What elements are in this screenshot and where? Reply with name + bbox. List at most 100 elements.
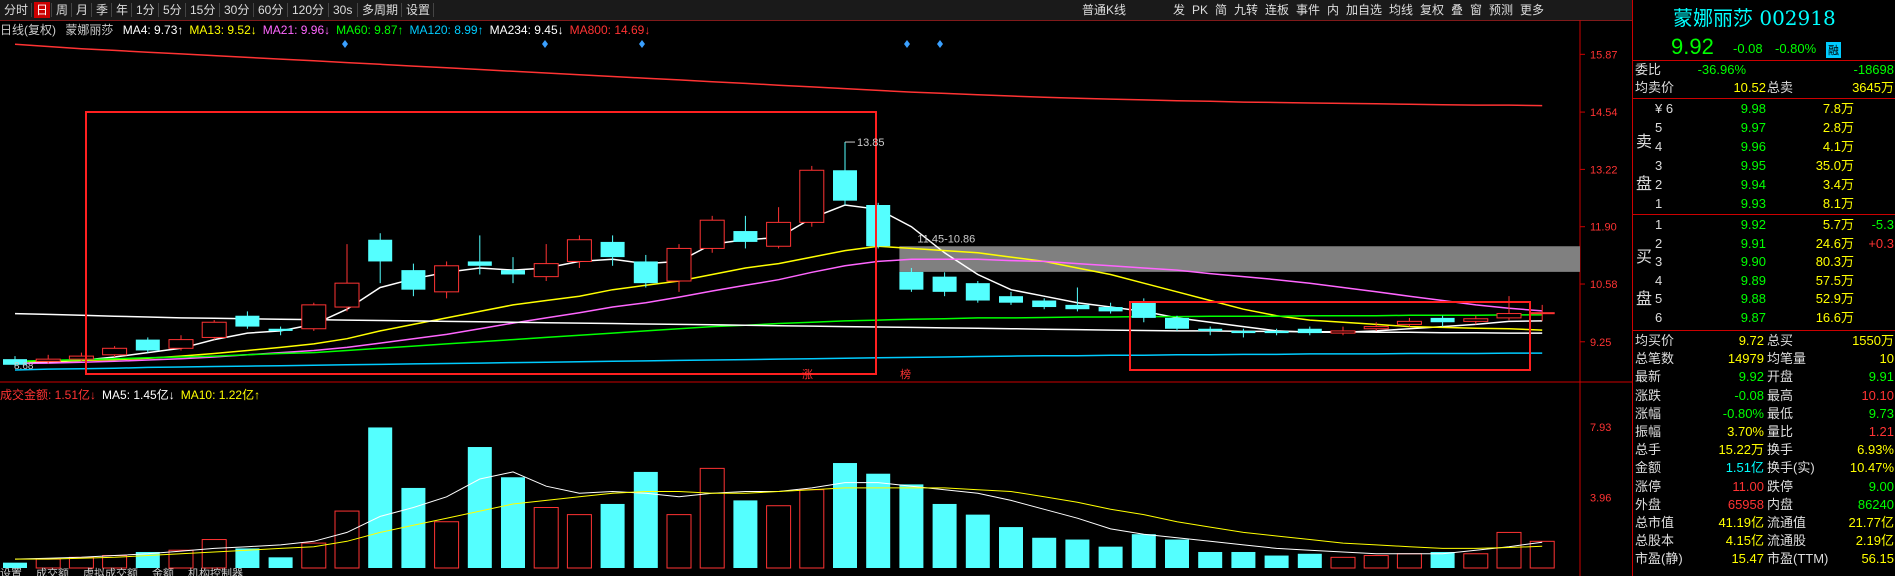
indicator-tab[interactable]: 机构控制器 bbox=[188, 568, 243, 576]
period-tab[interactable]: 多周期 bbox=[360, 2, 400, 18]
volume-bar bbox=[1463, 553, 1489, 569]
indicator-tab[interactable]: 设置 bbox=[0, 568, 22, 576]
stat-value: 2.19亿 bbox=[1855, 533, 1894, 549]
buy-volume: 57.5万 bbox=[1815, 272, 1854, 288]
margin-badge: 融 bbox=[1826, 42, 1841, 58]
period-tab[interactable]: 设置 bbox=[404, 2, 432, 18]
indicator-tab[interactable]: 金额 bbox=[152, 568, 174, 576]
candle-body bbox=[135, 339, 160, 351]
event-diamond-icon bbox=[904, 40, 910, 48]
candle-body bbox=[533, 263, 559, 278]
toolbar-action[interactable]: 预测 bbox=[1487, 2, 1515, 18]
candle-body bbox=[566, 239, 592, 262]
candle-body bbox=[600, 241, 625, 258]
sell-row: 5 9.97 2.8万 bbox=[1633, 119, 1895, 137]
candle-body bbox=[301, 304, 327, 330]
candle-body bbox=[434, 265, 460, 293]
stat-row: 涨停 11.00 跌停 9.00 bbox=[1633, 478, 1895, 496]
stat-label: 换手 bbox=[1767, 442, 1794, 458]
toolbar-action[interactable]: 事件 bbox=[1294, 2, 1322, 18]
sell-row: 2 9.94 3.4万 bbox=[1633, 176, 1895, 194]
sell-level: 5 bbox=[1655, 120, 1663, 135]
candle-body bbox=[833, 170, 857, 201]
stat-value: 9.00 bbox=[1868, 478, 1894, 494]
stat-row: 总手 15.22万 换手 6.93% bbox=[1633, 441, 1895, 459]
period-tab[interactable]: 30分 bbox=[222, 2, 251, 18]
volume-bar bbox=[932, 503, 957, 568]
toolbar-action[interactable]: 普通K线 bbox=[1080, 2, 1128, 18]
period-tab[interactable]: 30s bbox=[331, 2, 354, 18]
stat-row: 市盈(静) 15.47 市盈(TTM) 56.15 bbox=[1633, 550, 1895, 568]
price-change-pct: -0.80% bbox=[1775, 41, 1817, 56]
buy-price: 9.91 bbox=[1740, 235, 1766, 251]
volume-bar bbox=[1430, 551, 1455, 568]
period-tab[interactable]: 5分 bbox=[161, 2, 184, 18]
period-tab[interactable]: 120分 bbox=[290, 2, 326, 18]
toolbar-action[interactable]: 简 bbox=[1213, 2, 1229, 18]
volume-bar bbox=[533, 507, 559, 569]
period-tab[interactable]: 15分 bbox=[188, 2, 217, 18]
period-tab[interactable]: 月 bbox=[74, 2, 90, 18]
volume-ma-value: MA5: 1.45亿↓ bbox=[102, 388, 175, 402]
volume-bar bbox=[999, 527, 1023, 568]
toolbar-action[interactable]: 窗 bbox=[1468, 2, 1484, 18]
buy-level: 5 bbox=[1655, 291, 1663, 306]
kline-chart[interactable]: 15.87 14.54 13.22 11.90 10.58 9.25 7.93 3.96 13.… bbox=[0, 20, 1632, 576]
toolbar-action[interactable]: 连板 bbox=[1263, 2, 1291, 18]
buy-volume: 52.9万 bbox=[1815, 291, 1854, 306]
volume-bar bbox=[766, 505, 792, 569]
stat-label: 流通股 bbox=[1767, 533, 1807, 549]
volume-bar bbox=[833, 463, 857, 568]
candle-body bbox=[965, 283, 990, 301]
toolbar-action[interactable]: 九转 bbox=[1232, 2, 1260, 18]
volume-bar bbox=[1264, 555, 1289, 568]
gap-label: 11.45-10.86 bbox=[917, 233, 975, 245]
candle-body bbox=[501, 270, 525, 275]
period-tab[interactable]: 年 bbox=[114, 2, 130, 18]
toolbar-action[interactable]: 复权 bbox=[1418, 2, 1446, 18]
price-change: -0.08 bbox=[1733, 41, 1763, 56]
volume-bar bbox=[1198, 551, 1223, 568]
stat-label: 市盈(静) bbox=[1635, 551, 1683, 567]
stat-label: 总市值 bbox=[1635, 515, 1675, 530]
volume-bar bbox=[1098, 546, 1123, 568]
toolbar-action[interactable]: 内 bbox=[1325, 2, 1341, 18]
volume-bar bbox=[733, 500, 758, 568]
sell-price: 9.94 bbox=[1740, 177, 1766, 192]
total-sell-value: 3645万 bbox=[1852, 80, 1894, 95]
volume-bar bbox=[1131, 534, 1156, 568]
sell-row: 3 9.95 35.0万 bbox=[1633, 157, 1895, 175]
period-tab[interactable]: 分时 bbox=[2, 2, 30, 18]
weibi-label: 委比 bbox=[1635, 62, 1662, 77]
sell-level: 2 bbox=[1655, 177, 1663, 192]
candle-body bbox=[1098, 307, 1123, 312]
candle-body bbox=[1065, 304, 1090, 310]
candle-body bbox=[68, 355, 94, 360]
period-tab[interactable]: 60分 bbox=[256, 2, 285, 18]
toolbar-action[interactable]: PK bbox=[1190, 2, 1210, 18]
period-tab[interactable]: 1分 bbox=[134, 2, 157, 18]
stat-label: 外盘 bbox=[1635, 496, 1662, 512]
price-axis-label: 13.22 bbox=[1590, 164, 1618, 176]
toolbar-action[interactable]: 叠 bbox=[1449, 2, 1465, 18]
stat-value: 9.72 bbox=[1738, 333, 1764, 348]
stat-label: 总买 bbox=[1767, 333, 1794, 348]
stat-label: 量比 bbox=[1767, 424, 1794, 439]
stat-value: 10.47% bbox=[1849, 460, 1894, 476]
candle-body bbox=[368, 239, 393, 262]
toolbar-action[interactable]: 更多 bbox=[1518, 2, 1546, 18]
indicator-tab[interactable]: 成交额 bbox=[36, 568, 69, 576]
toolbar-action[interactable]: 均线 bbox=[1387, 2, 1415, 18]
low-label: 8.68 bbox=[14, 361, 34, 372]
period-tab[interactable]: 季 bbox=[94, 2, 110, 18]
period-tab[interactable]: 日 bbox=[34, 2, 51, 18]
period-tab[interactable]: 周 bbox=[54, 2, 70, 18]
toolbar-action[interactable]: 发 bbox=[1171, 2, 1187, 18]
stat-value: 21.77亿 bbox=[1848, 515, 1894, 530]
volume-bar bbox=[1396, 553, 1422, 569]
indicator-tab[interactable]: 虚拟成交额 bbox=[83, 568, 138, 576]
stat-label: 均买价 bbox=[1635, 333, 1675, 348]
ma-line-ma21 bbox=[14, 258, 1543, 365]
candle-body bbox=[799, 169, 825, 223]
toolbar-action[interactable]: 加自选 bbox=[1344, 2, 1384, 18]
